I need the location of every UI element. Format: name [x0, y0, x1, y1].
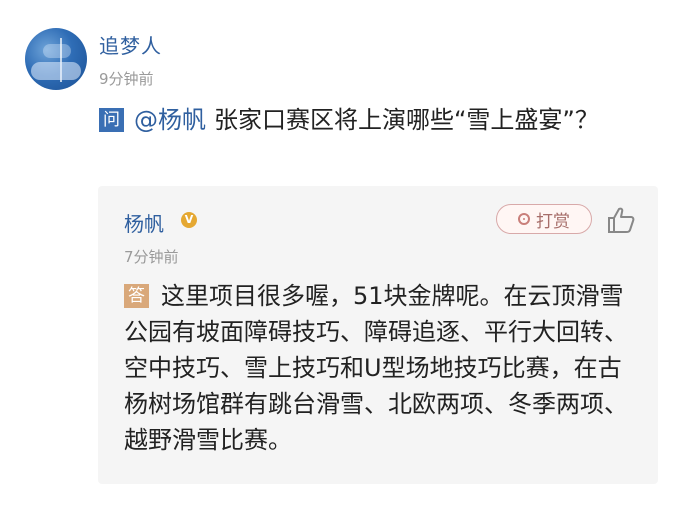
answer-block: 答这里项目很多喔，51块金牌呢。在云顶滑雪公园有坡面障碍技巧、障碍追逐、平行大回…: [124, 278, 644, 458]
answer-time: 7分钟前: [124, 248, 179, 266]
question-badge: 问: [99, 108, 124, 132]
reward-button[interactable]: 打赏: [496, 204, 592, 234]
thumbs-up-icon[interactable]: [606, 206, 636, 234]
reward-icon: [518, 213, 530, 225]
answer-card: 杨帆 V 打赏 7分钟前 答这里项目很多喔，51块金牌呢。在云顶滑雪公园有坡面障…: [98, 186, 658, 484]
question-time: 9分钟前: [99, 70, 154, 88]
verified-badge-icon: V: [181, 212, 197, 228]
answer-text: 这里项目很多喔，51块金牌呢。在云顶滑雪公园有坡面障碍技巧、障碍追逐、平行大回转…: [124, 282, 628, 454]
reward-label: 打赏: [536, 211, 570, 232]
user-avatar[interactable]: [25, 28, 87, 90]
question-block: 问 @杨帆 张家口赛区将上演哪些“雪上盛宴”？: [99, 102, 639, 138]
asker-name[interactable]: 追梦人: [99, 30, 162, 59]
avatar-cloud: [31, 62, 81, 80]
mention-link[interactable]: @杨帆: [134, 106, 206, 134]
avatar-cloud: [43, 44, 71, 58]
question-text: 张家口赛区将上演哪些“雪上盛宴”？: [214, 106, 599, 134]
answerer-name[interactable]: 杨帆: [124, 208, 164, 237]
answer-badge: 答: [124, 284, 149, 308]
